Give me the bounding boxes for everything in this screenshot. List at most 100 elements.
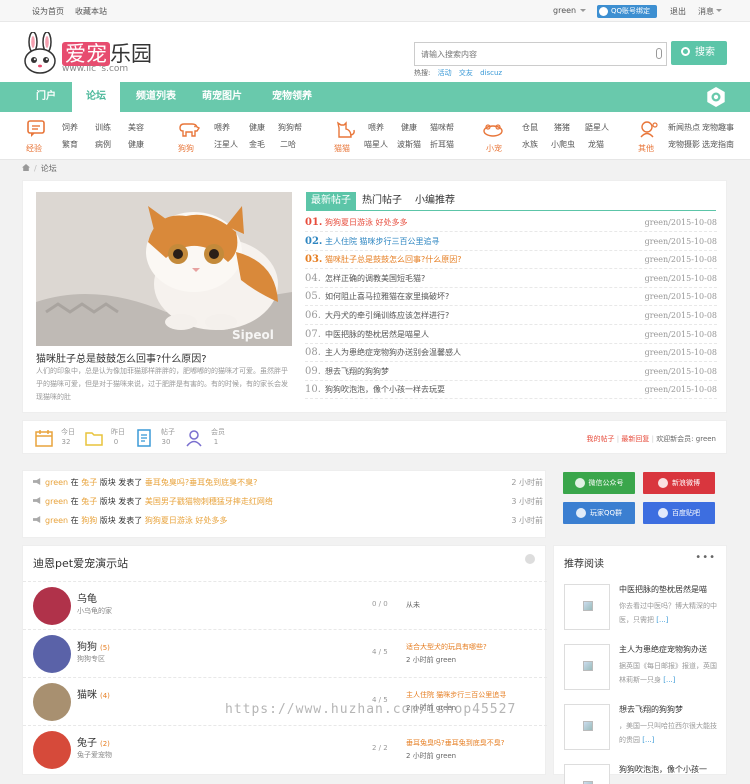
hot-search-link[interactable]: 活动 <box>438 69 452 77</box>
qq-group-button[interactable]: 玩家QQ群 <box>563 502 635 524</box>
subnav-link[interactable]: 新闻热点 <box>668 122 700 133</box>
subnav-link[interactable]: 美容 <box>128 122 144 133</box>
post-title[interactable]: 狗狗夏日游泳 好处多多 <box>325 214 408 232</box>
latest-reply-link[interactable]: 最新回复 <box>621 435 649 443</box>
recommend-thumbnail[interactable] <box>564 704 610 750</box>
post-title[interactable]: 主人为患绝症宠物狗办送别会温馨感人 <box>325 344 461 362</box>
post-title[interactable]: 怎样正确的调教美国短毛猫? <box>325 270 425 288</box>
forum-row[interactable]: 乌龟 小乌龟的家 0 / 0 从未 <box>23 581 547 629</box>
home-icon[interactable] <box>22 164 30 171</box>
forum-row[interactable]: 猫咪 (4) 4 / 5 主人住院 猫咪步行三百公里追寻 2 小时前 green <box>23 677 547 725</box>
recommend-thumbnail[interactable] <box>564 644 610 690</box>
subnav-link[interactable]: 喵星人 <box>364 139 388 150</box>
recommend-item[interactable]: 狗狗吹泡泡，像个小孩一 <box>564 764 720 784</box>
microphone-icon[interactable] <box>656 48 662 59</box>
subnav-cat-label[interactable]: 其他 <box>638 143 668 154</box>
forum-row[interactable]: 狗狗 (5) 狗狗专区 4 / 5 适合大型犬的玩具有哪些? 2 小时前 green <box>23 629 547 677</box>
search-button[interactable]: 搜索 <box>671 41 727 65</box>
post-title[interactable]: 大丹犬的牵引绳训练应该怎样进行? <box>325 307 449 325</box>
logout-link[interactable]: 退出 <box>670 6 686 17</box>
tab-editor-picks[interactable]: 小编推荐 <box>410 192 460 210</box>
subnav-link[interactable]: 龙猫 <box>588 139 604 150</box>
feed-thread-link[interactable]: 狗狗夏日游泳 好处多多 <box>145 516 228 525</box>
read-more-link[interactable]: [...] <box>663 676 675 684</box>
post-title[interactable]: 如何阻止喜马拉雅猫在家里搞破坏? <box>325 288 449 306</box>
qq-bind-button[interactable]: QQ账号绑定 <box>597 5 657 18</box>
feed-user-link[interactable]: green <box>45 478 68 487</box>
recommend-item-title[interactable]: 主人为患绝症宠物狗办送 <box>619 644 707 655</box>
subnav-link[interactable]: 水族 <box>522 139 538 150</box>
tieba-button[interactable]: 百度贴吧 <box>643 502 715 524</box>
subnav-link[interactable]: 健康 <box>401 122 417 133</box>
feed-forum-link[interactable]: 狗狗 <box>81 516 97 525</box>
subnav-link[interactable]: 折耳猫 <box>430 139 454 150</box>
post-item[interactable]: 09. 想去飞翔的狗狗梦 green/2015-10-08 <box>305 363 717 381</box>
rabbit-avatar-icon[interactable] <box>33 731 71 769</box>
subnav-link[interactable]: 二哈 <box>280 139 296 150</box>
weibo-button[interactable]: 新浪微博 <box>643 472 715 494</box>
forum-last-thread[interactable]: 垂耳兔臭吗?垂耳兔到底臭不臭? <box>406 738 504 748</box>
subnav-link[interactable]: 金毛 <box>249 139 265 150</box>
forum-name[interactable]: 乌龟 <box>77 594 97 605</box>
subnav-link[interactable]: 健康 <box>128 139 144 150</box>
post-item[interactable]: 07. 中医把脉的垫枕居然是喵星人 green/2015-10-08 <box>305 326 717 344</box>
rabbit-logo-icon[interactable] <box>22 32 58 74</box>
read-more-link[interactable]: [...] <box>642 736 654 744</box>
read-more-link[interactable]: [...] <box>656 616 668 624</box>
feed-forum-link[interactable]: 兔子 <box>81 478 97 487</box>
feed-forum-link[interactable]: 兔子 <box>81 497 97 506</box>
feed-user-link[interactable]: green <box>45 497 68 506</box>
subnav-link[interactable]: 狗狗帮 <box>278 122 302 133</box>
post-item[interactable]: 10. 狗狗吹泡泡，像个小孩一样去玩耍 green/2015-10-08 <box>305 381 717 400</box>
post-title[interactable]: 中医把脉的垫枕居然是喵星人 <box>325 326 429 344</box>
wechat-button[interactable]: 微信公众号 <box>563 472 635 494</box>
subnav-cat-label[interactable]: 猫猫 <box>334 143 364 154</box>
breadcrumb-current[interactable]: 论坛 <box>41 164 57 173</box>
subnav-link[interactable]: 喂养 <box>214 122 230 133</box>
subnav-link[interactable]: 汪星人 <box>214 139 238 150</box>
post-item[interactable]: 08. 主人为患绝症宠物狗办送别会温馨感人 green/2015-10-08 <box>305 344 717 363</box>
feed-thread-link[interactable]: 垂耳兔臭吗?垂耳兔到底臭不臭? <box>145 478 258 487</box>
hero-title[interactable]: 猫咪肚子总是鼓鼓怎么回事?什么原因? <box>36 350 207 365</box>
forum-name[interactable]: 狗狗 <box>77 642 97 653</box>
post-item[interactable]: 02. 主人住院 猫咪步行三百公里追寻 green/2015-10-08 <box>305 233 717 251</box>
collapse-icon[interactable] <box>525 554 535 564</box>
feed-user-link[interactable]: green <box>45 516 68 525</box>
recommend-item-title[interactable]: 狗狗吹泡泡，像个小孩一 <box>619 764 707 775</box>
recommend-thumbnail[interactable] <box>564 584 610 630</box>
recommend-item-title[interactable]: 想去飞翔的狗狗梦 <box>619 704 683 715</box>
subnav-link[interactable]: 鼯星人 <box>585 122 609 133</box>
nav-item-portal[interactable]: 门户 <box>24 82 68 112</box>
hot-search-link[interactable]: discuz <box>480 69 502 77</box>
post-item[interactable]: 06. 大丹犬的牵引绳训练应该怎样进行? green/2015-10-08 <box>305 307 717 325</box>
recommend-item[interactable]: 中医把脉的垫枕居然是喵 你去看过中医吗？博大精深的中医，只需把 [...] <box>564 584 720 636</box>
subnav-link[interactable]: 小爬虫 <box>551 139 575 150</box>
post-title[interactable]: 主人住院 猫咪步行三百公里追寻 <box>325 233 440 251</box>
subnav-link[interactable]: 宠物趣事 <box>702 122 734 133</box>
subnav-link[interactable]: 仓鼠 <box>522 122 538 133</box>
post-title[interactable]: 猫咪肚子总是鼓鼓怎么回事?什么原因? <box>325 251 462 269</box>
new-member-link[interactable]: green <box>696 435 716 443</box>
set-home-link[interactable]: 设为首页 <box>32 6 64 17</box>
dog-avatar-icon[interactable] <box>33 635 71 673</box>
subnav-cat-label[interactable]: 狗狗 <box>178 143 208 154</box>
subnav-link[interactable]: 宠物摄影 <box>668 139 700 150</box>
bookmark-link[interactable]: 收藏本站 <box>75 6 107 17</box>
forum-name[interactable]: 兔子 <box>77 738 97 749</box>
turtle-avatar-icon[interactable] <box>33 587 71 625</box>
subnav-cat-label[interactable]: 经验 <box>26 143 56 154</box>
forum-row[interactable]: 兔子 (2) 兔子爱宠物 2 / 2 垂耳兔臭吗?垂耳兔到底臭不臭? 2 小时前 gree… <box>23 725 547 773</box>
post-title[interactable]: 想去飞翔的狗狗梦 <box>325 363 389 381</box>
more-icon[interactable]: ••• <box>695 552 716 563</box>
nav-item-channels[interactable]: 频道列表 <box>126 82 186 112</box>
username-link[interactable]: green <box>553 6 576 15</box>
post-item[interactable]: 03. 猫咪肚子总是鼓鼓怎么回事?什么原因? green/2015-10-08 <box>305 251 717 270</box>
nav-item-pet-photos[interactable]: 萌宠图片 <box>192 82 252 112</box>
post-item[interactable]: 05. 如何阻止喜马拉雅猫在家里搞破坏? green/2015-10-08 <box>305 288 717 307</box>
subnav-link[interactable]: 猪猪 <box>554 122 570 133</box>
nav-item-adoption[interactable]: 宠物领养 <box>262 82 322 112</box>
gear-icon[interactable] <box>706 87 726 107</box>
recommend-thumbnail[interactable] <box>564 764 610 784</box>
search-input[interactable] <box>415 43 645 65</box>
subnav-link[interactable]: 病例 <box>95 139 111 150</box>
